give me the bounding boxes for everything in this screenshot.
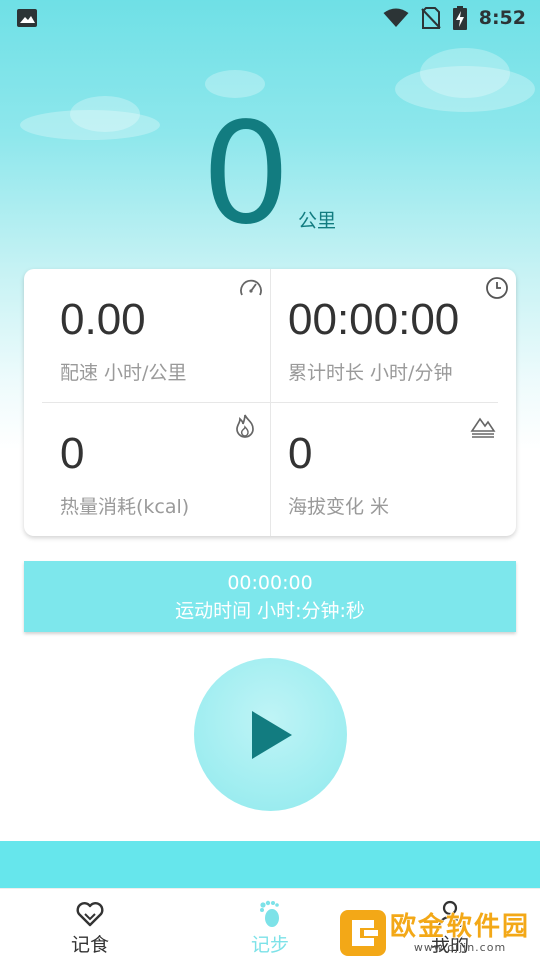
start-workout-button[interactable]	[194, 658, 347, 811]
altitude-label: 海拔变化 米	[288, 496, 390, 518]
status-bar: 8:52	[0, 0, 540, 36]
bottom-band	[0, 841, 540, 888]
calories-stat: 0 热量消耗(kcal)	[24, 403, 270, 536]
pace-stat: 0.00 配速 小时/公里	[24, 269, 270, 402]
clock-icon	[486, 277, 508, 299]
pace-label: 配速 小时/公里	[60, 362, 187, 384]
flame-icon	[236, 414, 254, 438]
calories-label: 热量消耗(kcal)	[60, 496, 190, 518]
workout-timer: 00:00:00 运动时间 小时:分钟:秒	[24, 561, 516, 632]
stats-card: 0.00 配速 小时/公里 00:00:00 累计时长 小时/分钟 0 热量消耗…	[24, 269, 516, 536]
watermark-logo-icon	[352, 920, 378, 946]
duration-value: 00:00:00	[288, 295, 460, 344]
wifi-icon	[383, 8, 409, 27]
speedometer-icon	[240, 279, 262, 296]
tab-steps[interactable]: 记步	[180, 889, 360, 960]
mountain-icon	[470, 417, 496, 438]
duration-label: 累计时长 小时/分钟	[288, 362, 453, 384]
pace-value: 0.00	[60, 295, 146, 344]
watermark-url: www.ojjin.com	[413, 941, 507, 954]
cloud	[395, 66, 535, 112]
gallery-notification-icon	[17, 9, 37, 27]
altitude-value: 0	[288, 429, 313, 478]
tab-diet[interactable]: 记食	[0, 889, 180, 960]
battery-charging-icon	[452, 6, 467, 30]
calories-value: 0	[60, 429, 85, 478]
workout-timer-label: 运动时间 小时:分钟:秒	[175, 600, 365, 622]
workout-timer-value: 00:00:00	[227, 572, 313, 594]
distance-unit: 公里	[298, 210, 337, 232]
footprint-icon	[260, 900, 279, 927]
duration-stat: 00:00:00 累计时长 小时/分钟	[270, 269, 516, 402]
watermark-title: 欧金软件园	[390, 912, 531, 942]
no-sim-icon	[421, 7, 441, 29]
cloud	[20, 110, 160, 140]
watermark-logo	[340, 910, 386, 956]
status-time: 8:52	[478, 7, 526, 29]
watermark: 欧金软件园 www.ojjin.com	[340, 910, 535, 956]
distance-value: 0	[201, 93, 291, 256]
tab-diet-label: 记食	[70, 934, 109, 956]
altitude-stat: 0 海拔变化 米	[270, 403, 516, 536]
heart-icon	[76, 902, 104, 927]
tab-steps-label: 记步	[250, 934, 289, 956]
play-icon	[251, 710, 292, 759]
